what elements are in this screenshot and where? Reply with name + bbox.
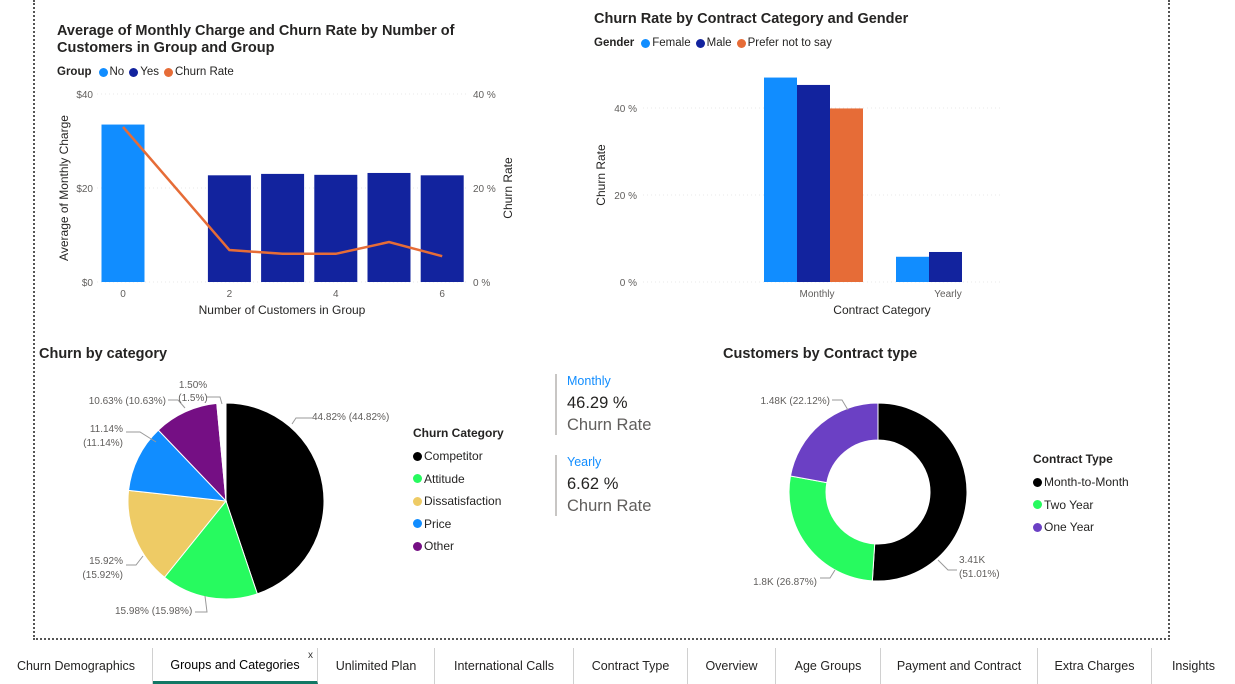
y-tick-label: 40 % (614, 104, 637, 115)
legend-item-other[interactable]: Other (413, 535, 504, 558)
pie-label-dissatisfaction-pct: (15.92%) (82, 570, 123, 581)
bar-female (764, 77, 797, 282)
bar-prefer-not-to-say (830, 108, 863, 282)
chart4-legend[interactable]: Contract Type Month-to-Month Two Year On… (1033, 452, 1129, 539)
pie-label-competitor: 44.82% (44.82%) (312, 412, 389, 423)
donut-slice-one-year (789, 402, 879, 484)
tab-contract-type[interactable]: Contract Type (574, 648, 688, 684)
y-tick-label: 20 % (614, 191, 637, 202)
pie-label-attitude: 15.98% (15.98%) (115, 606, 192, 617)
donut-slice-month-to-month (871, 402, 968, 582)
card-monthly-value: 46.29 % (567, 394, 628, 412)
card-yearly: Yearly 6.62 % Churn Rate (555, 455, 651, 516)
y-axis-title: Churn Rate (594, 144, 608, 206)
tab-extra-charges[interactable]: Extra Charges (1038, 648, 1152, 684)
leader-line (195, 595, 208, 613)
tab-payment-and-contract[interactable]: Payment and Contract (881, 648, 1038, 684)
pie-label-price-pct: (11.14%) (83, 438, 123, 449)
legend-item-price[interactable]: Price (413, 513, 504, 536)
tab-international-calls[interactable]: International Calls (435, 648, 574, 684)
legend-item-month-to-month[interactable]: Month-to-Month (1033, 471, 1129, 494)
donut-label-month-to-month: 3.41K (959, 555, 985, 566)
legend-item-two-year[interactable]: Two Year (1033, 494, 1129, 517)
legend-item-attitude[interactable]: Attitude (413, 468, 504, 491)
chart3-legend-title: Churn Category (413, 426, 504, 440)
pie-label-small-pct: (1.5%) (178, 393, 207, 404)
leader-line (937, 559, 957, 571)
y-tick-label: 0 % (620, 278, 637, 289)
bar-male (929, 251, 962, 282)
donut-label-two-year: 1.8K (26.87%) (753, 577, 817, 588)
tab-insights[interactable]: Insights (1152, 648, 1235, 684)
page-tab-bar: Churn Demographics Groups and Categories… (0, 648, 1235, 684)
leader-line (820, 569, 836, 579)
donut-label-month-to-month-pct: (51.01%) (959, 569, 1000, 580)
x-axis-title: Contract Category (833, 303, 930, 317)
tab-age-groups[interactable]: Age Groups (776, 648, 881, 684)
chart4-legend-title: Contract Type (1033, 452, 1113, 466)
leader-line (291, 417, 312, 425)
pie-label-small: 1.50% (179, 380, 207, 391)
bar-female (896, 256, 929, 282)
donut-slice-two-year (788, 475, 876, 582)
leader-line (126, 555, 144, 566)
tab-churn-demographics[interactable]: Churn Demographics (0, 648, 153, 684)
pie-label-dissatisfaction: 15.92% (89, 556, 123, 567)
card-monthly-period: Monthly (567, 374, 611, 388)
tab-overview[interactable]: Overview (688, 648, 776, 684)
tab-unlimited-plan[interactable]: Unlimited Plan (318, 648, 435, 684)
x-tick-label: Monthly (799, 289, 834, 300)
x-tick-label: Yearly (934, 289, 961, 300)
card-monthly: Monthly 46.29 % Churn Rate (555, 374, 651, 435)
card-yearly-period: Yearly (567, 455, 602, 469)
chart2-plot[interactable]: 0 % 20 % 40 % Monthly Yearly Contract Categor… (0, 0, 1235, 330)
legend-item-one-year[interactable]: One Year (1033, 516, 1129, 539)
bar-male (797, 84, 830, 282)
pie-label-other: 10.63% (10.63%) (89, 396, 166, 407)
chart4-donut[interactable]: 3.41K (51.01%) 1.8K (26.87%) 1.48K (22.12%) (700, 360, 1020, 630)
tab-groups-and-categories[interactable]: Groups and Categories x (153, 648, 318, 684)
card-yearly-label: Churn Rate (567, 497, 652, 515)
card-monthly-label: Churn Rate (567, 416, 652, 434)
pie-label-price: 11.14% (90, 424, 123, 435)
chart3-pie[interactable]: 44.82% (44.82%) 15.98% (15.98%) 15.92% (15.… (0, 360, 420, 630)
close-icon[interactable]: x (308, 650, 313, 661)
chart3-legend[interactable]: Churn Category Competitor Attitude Dissa… (413, 426, 504, 558)
legend-item-competitor[interactable]: Competitor (413, 445, 504, 468)
card-yearly-value: 6.62 % (567, 475, 619, 493)
donut-label-one-year: 1.48K (22.12%) (761, 396, 831, 407)
legend-item-dissatisfaction[interactable]: Dissatisfaction (413, 490, 504, 513)
